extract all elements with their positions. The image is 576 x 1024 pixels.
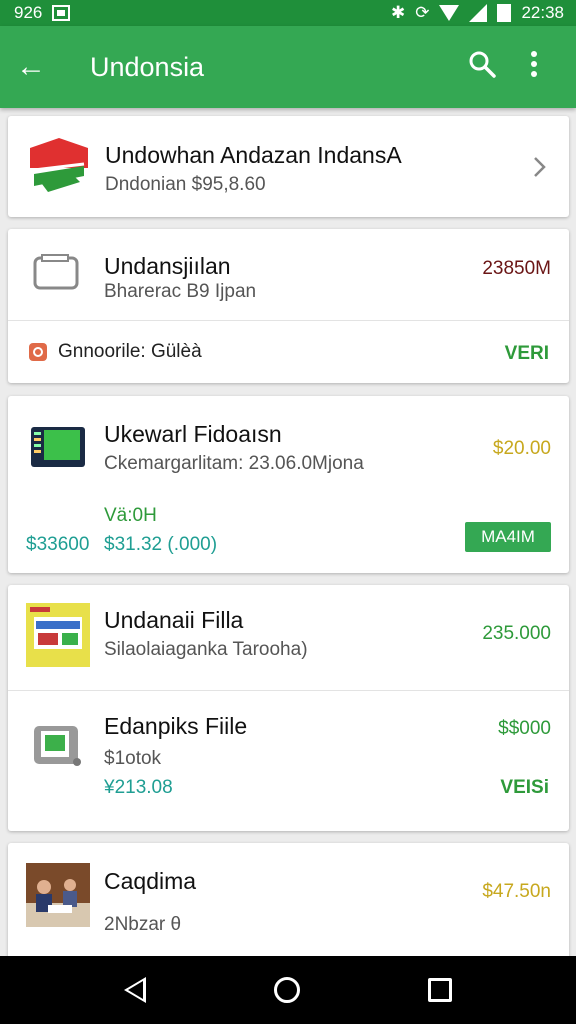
item-subtitle: Bharerac B9 Ijpan: [104, 281, 257, 302]
list-item[interactable]: Edanpiks Fiile $1otok ¥213.08 $$000 VEIS…: [8, 691, 569, 831]
divider: [8, 320, 569, 321]
search-icon[interactable]: [456, 49, 508, 86]
page-title: Undonsia: [90, 51, 205, 82]
status-time: 22:38: [521, 3, 564, 22]
list-item[interactable]: Caqdima 2Nbzar θ $47.50n: [8, 843, 569, 956]
item-title: Undansjiılan: [104, 253, 231, 279]
item-subtitle: Dndonian $95,8.60: [105, 174, 266, 195]
battery-icon: [497, 4, 512, 22]
status-bar: 926 ✱ ⟳ 22:38: [0, 0, 576, 26]
item-title: Edanpiks Fiile: [104, 713, 248, 739]
verify-button[interactable]: VERI: [505, 343, 549, 365]
item-subtitle: Ckemargarlitam: 23.06.0Mjona: [104, 453, 364, 474]
item-amount: $47.50n: [482, 881, 551, 902]
app-bar: ← Undonsia: [0, 26, 576, 108]
tag-icon: [29, 343, 47, 361]
extra-label: Vä:0H: [104, 505, 157, 526]
list-item[interactable]: Undowhan Andazan IndansA Dndonian $95,8.…: [8, 116, 569, 217]
item-subtitle: $1otok: [104, 748, 162, 769]
arrow-left-icon[interactable]: ←: [16, 50, 62, 84]
list-item[interactable]: Undanaii Filla Silaolaiaganka Tarooha) 2…: [8, 585, 569, 690]
list-item[interactable]: Ukewarl Fidoaısn Ckemargarlitam: 23.06.0…: [8, 396, 569, 573]
screenshot-icon: [52, 5, 71, 21]
footer-label: Gnnoorile: Gülèà: [58, 341, 202, 362]
item-amount: 23850M: [482, 258, 551, 279]
item-title: Undanaii Filla: [104, 607, 244, 633]
item-subtitle: Silaolaiaganka Tarooha): [104, 639, 308, 660]
status-badge[interactable]: MA4IM: [465, 522, 551, 552]
item-list: Undowhan Andazan IndansA Dndonian $95,8.…: [0, 108, 576, 956]
sync-icon: ⟳: [415, 3, 430, 22]
item-amount: $$000: [498, 718, 551, 739]
signal-icon: [469, 4, 488, 22]
navigation-bar: [0, 956, 576, 1024]
list-group: Undanaii Filla Silaolaiaganka Tarooha) 2…: [8, 585, 569, 831]
green-tablet-icon: [34, 726, 81, 766]
more-vert-icon[interactable]: [508, 50, 560, 85]
product-box-icon: [26, 603, 90, 667]
extra-value-mid: $31.32 (.000): [104, 534, 218, 555]
chevron-right-icon: [534, 157, 546, 177]
item-title: Undowhan Andazan IndansA: [105, 142, 402, 168]
nav-home-icon[interactable]: [274, 977, 300, 1003]
wifi-icon: [439, 5, 460, 21]
item-value: ¥213.08: [104, 777, 173, 798]
bluetooth-icon: ✱: [390, 3, 406, 22]
photo-thumbnail-icon: [26, 863, 90, 927]
device-icon: [33, 254, 79, 290]
flag-logo-icon: [30, 138, 88, 192]
item-subtitle: 2Nbzar θ: [104, 914, 182, 935]
item-title: Caqdima: [104, 868, 197, 894]
verify-button[interactable]: VEISi: [500, 777, 549, 799]
status-left-text: 926: [14, 3, 43, 22]
nav-back-icon[interactable]: [124, 977, 146, 1003]
extra-value-left: $33600: [26, 534, 90, 555]
item-amount: $20.00: [492, 438, 551, 459]
tablet-icon: [31, 427, 85, 467]
nav-recents-icon[interactable]: [428, 978, 452, 1002]
list-item[interactable]: Undansjiılan Bharerac B9 Ijpan 23850M Gn…: [8, 229, 569, 383]
item-amount: 235.000: [482, 623, 551, 644]
item-title: Ukewarl Fidoaısn: [104, 421, 282, 447]
